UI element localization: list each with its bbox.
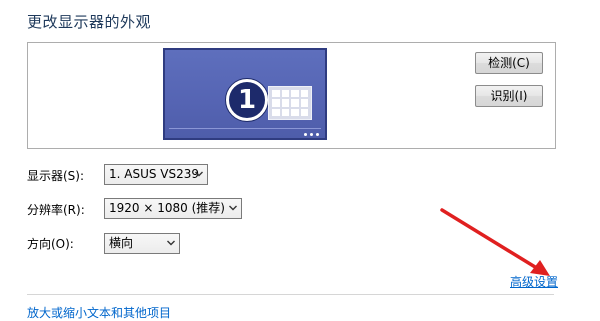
identify-button[interactable]: 识别(I) [475, 85, 543, 107]
display-select[interactable]: 1. ASUS VS239 [104, 164, 208, 185]
text-size-link[interactable]: 放大或缩小文本和其他项目 [27, 304, 171, 321]
orientation-label: 方向(O): [27, 237, 74, 251]
page-title: 更改显示器的外观 [27, 13, 152, 31]
display-select-value: 1. ASUS VS239 [109, 167, 200, 181]
monitor-dots-icon [304, 133, 319, 136]
resolution-select[interactable]: 1920 × 1080 (推荐) [104, 198, 242, 219]
advanced-settings-link[interactable]: 高级设置 [510, 273, 558, 290]
monitor-number: 1 [229, 82, 265, 118]
monitor-taskbar-line [169, 128, 321, 129]
chevron-down-icon [229, 205, 237, 211]
monitor-number-badge: 1 [225, 78, 269, 122]
display-preview-area: 1 检测(C) 识别(I) [27, 42, 556, 149]
red-arrow-annotation [440, 208, 550, 276]
monitor-grid-icon [268, 86, 312, 120]
detect-button[interactable]: 检测(C) [475, 52, 543, 74]
monitor-1-preview[interactable]: 1 [163, 48, 327, 140]
chevron-down-icon [167, 240, 175, 246]
display-label: 显示器(S): [27, 169, 85, 183]
resolution-select-value: 1920 × 1080 (推荐) [109, 201, 225, 215]
resolution-label: 分辨率(R): [27, 203, 85, 217]
orientation-select-value: 横向 [109, 236, 134, 250]
section-divider [27, 294, 554, 295]
chevron-down-icon [195, 171, 203, 177]
orientation-select[interactable]: 横向 [104, 233, 180, 254]
